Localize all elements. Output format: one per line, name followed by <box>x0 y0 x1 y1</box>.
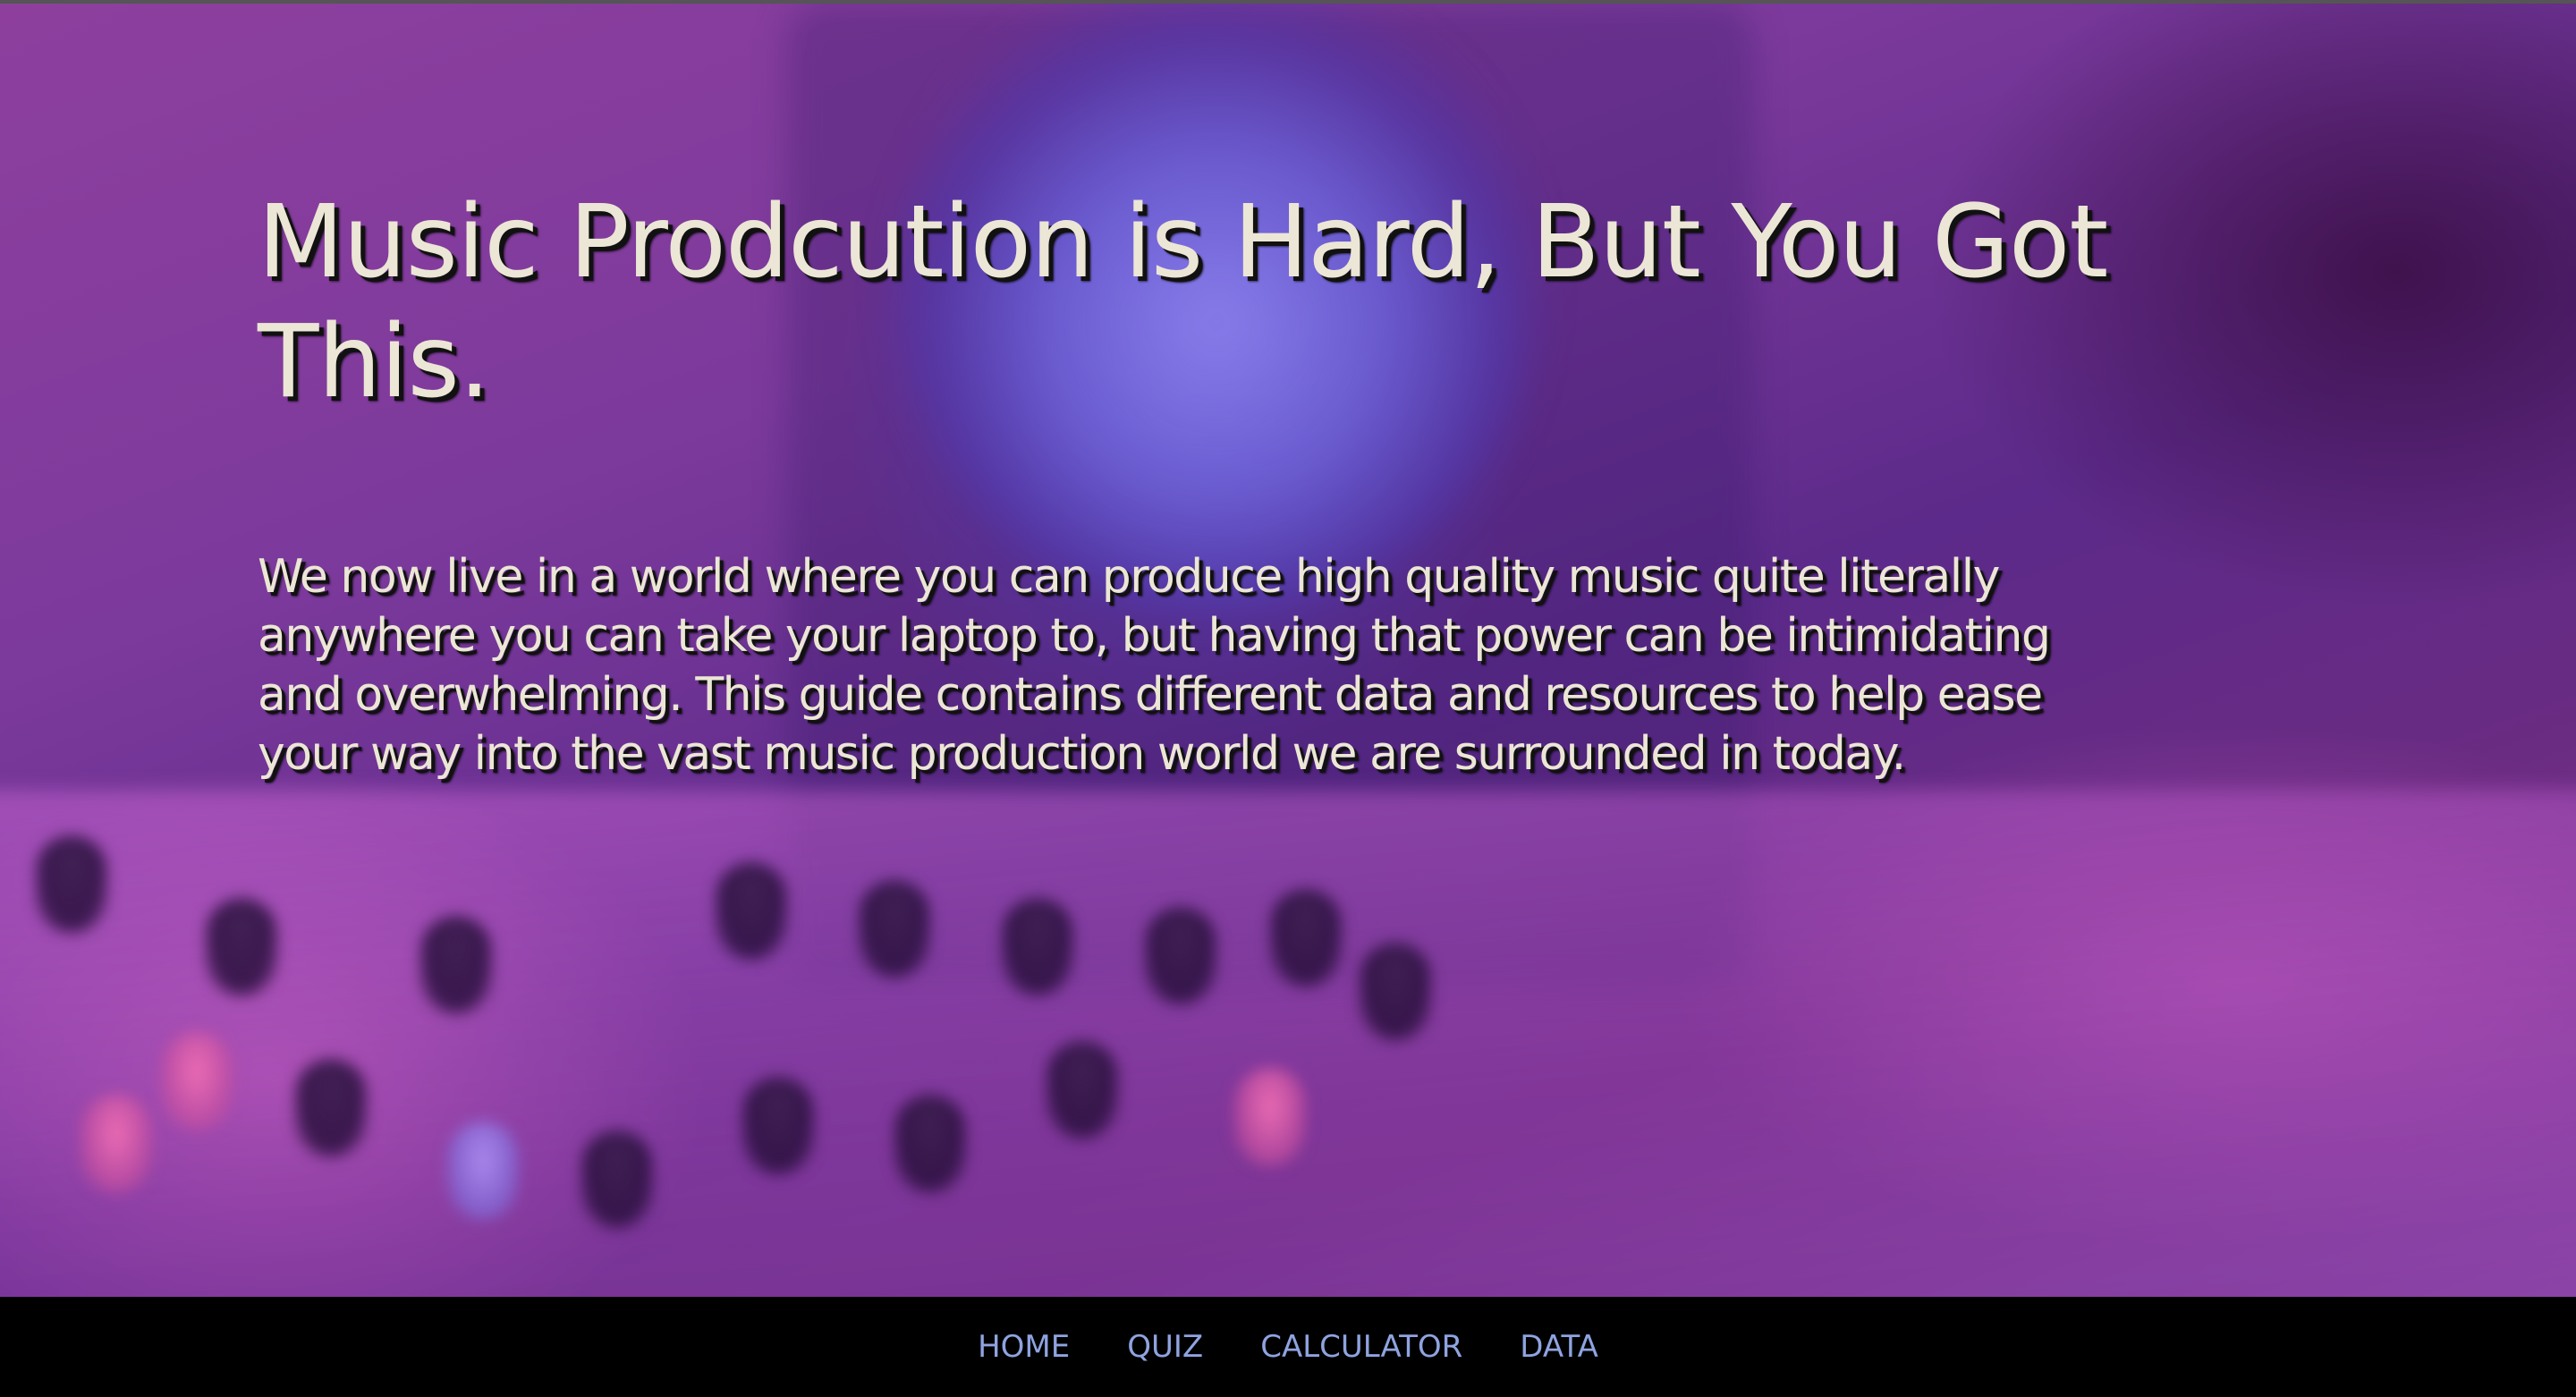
intro-paragraph: We now live in a world where you can pro… <box>258 550 2051 781</box>
background-knob <box>447 1122 519 1220</box>
hero-content: Music Prodcution is Hard, But You Got Th… <box>258 182 2136 783</box>
background-mixer-desk <box>0 791 2576 1297</box>
background-knob <box>36 835 107 934</box>
background-knob <box>1360 943 1431 1041</box>
background-knob <box>1234 1068 1306 1166</box>
nav-link-data[interactable]: DATA <box>1520 1329 1598 1365</box>
bottom-navbar: HOME QUIZ CALCULATOR DATA <box>0 1297 2576 1397</box>
background-knob <box>206 898 277 996</box>
nav-link-calculator[interactable]: CALCULATOR <box>1260 1329 1462 1365</box>
background-knob <box>716 862 787 961</box>
page-title: Music Prodcution is Hard, But You Got Th… <box>258 184 2108 420</box>
background-knob <box>1002 898 1073 996</box>
background-knob <box>1145 907 1216 1005</box>
background-knob <box>161 1032 233 1130</box>
background-knob <box>1046 1041 1118 1139</box>
background-knob <box>80 1095 152 1193</box>
background-knob <box>742 1077 814 1175</box>
nav-link-home[interactable]: HOME <box>978 1329 1070 1365</box>
background-knob <box>894 1095 966 1193</box>
background-knob <box>581 1130 653 1229</box>
background-knob <box>859 880 930 978</box>
background-knob <box>295 1059 367 1157</box>
hero-section: Music Prodcution is Hard, But You Got Th… <box>0 4 2576 1297</box>
background-knob <box>420 916 492 1014</box>
nav-link-quiz[interactable]: QUIZ <box>1127 1329 1203 1365</box>
background-knob <box>1270 889 1342 987</box>
